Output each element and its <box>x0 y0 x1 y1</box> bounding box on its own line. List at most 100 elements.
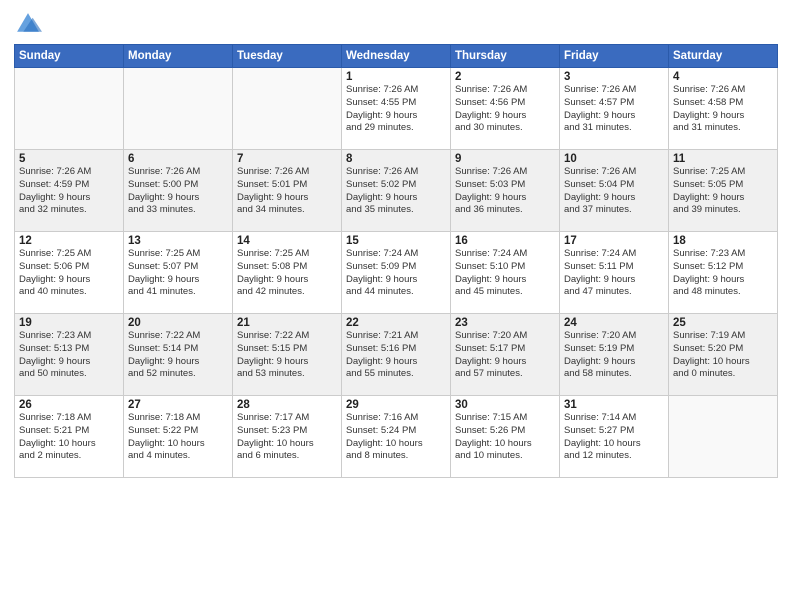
calendar-cell: 18Sunrise: 7:23 AM Sunset: 5:12 PM Dayli… <box>669 232 778 314</box>
day-number: 10 <box>564 153 664 165</box>
weekday-header-row: SundayMondayTuesdayWednesdayThursdayFrid… <box>15 45 778 68</box>
day-info: Sunrise: 7:18 AM Sunset: 5:22 PM Dayligh… <box>128 412 228 463</box>
calendar-cell: 6Sunrise: 7:26 AM Sunset: 5:00 PM Daylig… <box>124 150 233 232</box>
calendar-cell: 7Sunrise: 7:26 AM Sunset: 5:01 PM Daylig… <box>233 150 342 232</box>
day-info: Sunrise: 7:14 AM Sunset: 5:27 PM Dayligh… <box>564 412 664 463</box>
calendar-cell: 16Sunrise: 7:24 AM Sunset: 5:10 PM Dayli… <box>451 232 560 314</box>
calendar-cell: 27Sunrise: 7:18 AM Sunset: 5:22 PM Dayli… <box>124 396 233 478</box>
day-info: Sunrise: 7:24 AM Sunset: 5:10 PM Dayligh… <box>455 248 555 299</box>
day-number: 25 <box>673 317 773 329</box>
day-info: Sunrise: 7:20 AM Sunset: 5:17 PM Dayligh… <box>455 330 555 381</box>
weekday-header-monday: Monday <box>124 45 233 68</box>
day-number: 2 <box>455 71 555 83</box>
day-info: Sunrise: 7:20 AM Sunset: 5:19 PM Dayligh… <box>564 330 664 381</box>
page: SundayMondayTuesdayWednesdayThursdayFrid… <box>0 0 792 612</box>
calendar-cell: 29Sunrise: 7:16 AM Sunset: 5:24 PM Dayli… <box>342 396 451 478</box>
calendar-cell: 23Sunrise: 7:20 AM Sunset: 5:17 PM Dayli… <box>451 314 560 396</box>
calendar-cell: 17Sunrise: 7:24 AM Sunset: 5:11 PM Dayli… <box>560 232 669 314</box>
calendar-cell: 4Sunrise: 7:26 AM Sunset: 4:58 PM Daylig… <box>669 68 778 150</box>
calendar-cell: 8Sunrise: 7:26 AM Sunset: 5:02 PM Daylig… <box>342 150 451 232</box>
day-number: 6 <box>128 153 228 165</box>
day-info: Sunrise: 7:25 AM Sunset: 5:05 PM Dayligh… <box>673 166 773 217</box>
calendar: SundayMondayTuesdayWednesdayThursdayFrid… <box>14 44 778 478</box>
day-info: Sunrise: 7:17 AM Sunset: 5:23 PM Dayligh… <box>237 412 337 463</box>
day-info: Sunrise: 7:26 AM Sunset: 5:03 PM Dayligh… <box>455 166 555 217</box>
day-number: 28 <box>237 399 337 411</box>
calendar-cell <box>124 68 233 150</box>
day-info: Sunrise: 7:26 AM Sunset: 5:00 PM Dayligh… <box>128 166 228 217</box>
day-number: 13 <box>128 235 228 247</box>
week-row-1: 1Sunrise: 7:26 AM Sunset: 4:55 PM Daylig… <box>15 68 778 150</box>
day-number: 26 <box>19 399 119 411</box>
calendar-cell: 13Sunrise: 7:25 AM Sunset: 5:07 PM Dayli… <box>124 232 233 314</box>
calendar-cell: 25Sunrise: 7:19 AM Sunset: 5:20 PM Dayli… <box>669 314 778 396</box>
day-info: Sunrise: 7:21 AM Sunset: 5:16 PM Dayligh… <box>346 330 446 381</box>
logo <box>14 10 46 38</box>
day-number: 1 <box>346 71 446 83</box>
day-info: Sunrise: 7:26 AM Sunset: 4:56 PM Dayligh… <box>455 84 555 135</box>
day-info: Sunrise: 7:16 AM Sunset: 5:24 PM Dayligh… <box>346 412 446 463</box>
day-info: Sunrise: 7:24 AM Sunset: 5:09 PM Dayligh… <box>346 248 446 299</box>
day-number: 4 <box>673 71 773 83</box>
calendar-cell: 12Sunrise: 7:25 AM Sunset: 5:06 PM Dayli… <box>15 232 124 314</box>
calendar-cell: 5Sunrise: 7:26 AM Sunset: 4:59 PM Daylig… <box>15 150 124 232</box>
day-info: Sunrise: 7:25 AM Sunset: 5:08 PM Dayligh… <box>237 248 337 299</box>
weekday-header-friday: Friday <box>560 45 669 68</box>
day-number: 11 <box>673 153 773 165</box>
day-info: Sunrise: 7:19 AM Sunset: 5:20 PM Dayligh… <box>673 330 773 381</box>
calendar-cell <box>669 396 778 478</box>
calendar-cell: 28Sunrise: 7:17 AM Sunset: 5:23 PM Dayli… <box>233 396 342 478</box>
calendar-cell: 22Sunrise: 7:21 AM Sunset: 5:16 PM Dayli… <box>342 314 451 396</box>
day-number: 17 <box>564 235 664 247</box>
day-info: Sunrise: 7:26 AM Sunset: 4:58 PM Dayligh… <box>673 84 773 135</box>
calendar-cell: 10Sunrise: 7:26 AM Sunset: 5:04 PM Dayli… <box>560 150 669 232</box>
weekday-header-wednesday: Wednesday <box>342 45 451 68</box>
day-number: 7 <box>237 153 337 165</box>
calendar-cell: 21Sunrise: 7:22 AM Sunset: 5:15 PM Dayli… <box>233 314 342 396</box>
calendar-cell: 1Sunrise: 7:26 AM Sunset: 4:55 PM Daylig… <box>342 68 451 150</box>
day-info: Sunrise: 7:26 AM Sunset: 5:02 PM Dayligh… <box>346 166 446 217</box>
calendar-cell: 9Sunrise: 7:26 AM Sunset: 5:03 PM Daylig… <box>451 150 560 232</box>
header <box>14 10 778 38</box>
day-number: 12 <box>19 235 119 247</box>
calendar-cell: 24Sunrise: 7:20 AM Sunset: 5:19 PM Dayli… <box>560 314 669 396</box>
day-info: Sunrise: 7:22 AM Sunset: 5:14 PM Dayligh… <box>128 330 228 381</box>
day-number: 24 <box>564 317 664 329</box>
week-row-2: 5Sunrise: 7:26 AM Sunset: 4:59 PM Daylig… <box>15 150 778 232</box>
day-number: 30 <box>455 399 555 411</box>
calendar-cell: 26Sunrise: 7:18 AM Sunset: 5:21 PM Dayli… <box>15 396 124 478</box>
day-info: Sunrise: 7:26 AM Sunset: 4:55 PM Dayligh… <box>346 84 446 135</box>
calendar-cell: 30Sunrise: 7:15 AM Sunset: 5:26 PM Dayli… <box>451 396 560 478</box>
day-info: Sunrise: 7:26 AM Sunset: 5:04 PM Dayligh… <box>564 166 664 217</box>
day-number: 20 <box>128 317 228 329</box>
weekday-header-tuesday: Tuesday <box>233 45 342 68</box>
calendar-cell: 2Sunrise: 7:26 AM Sunset: 4:56 PM Daylig… <box>451 68 560 150</box>
day-number: 27 <box>128 399 228 411</box>
weekday-header-sunday: Sunday <box>15 45 124 68</box>
day-number: 31 <box>564 399 664 411</box>
day-info: Sunrise: 7:26 AM Sunset: 4:57 PM Dayligh… <box>564 84 664 135</box>
day-number: 19 <box>19 317 119 329</box>
day-info: Sunrise: 7:24 AM Sunset: 5:11 PM Dayligh… <box>564 248 664 299</box>
calendar-cell: 19Sunrise: 7:23 AM Sunset: 5:13 PM Dayli… <box>15 314 124 396</box>
day-info: Sunrise: 7:23 AM Sunset: 5:12 PM Dayligh… <box>673 248 773 299</box>
day-number: 15 <box>346 235 446 247</box>
calendar-cell: 20Sunrise: 7:22 AM Sunset: 5:14 PM Dayli… <box>124 314 233 396</box>
day-number: 21 <box>237 317 337 329</box>
weekday-header-saturday: Saturday <box>669 45 778 68</box>
calendar-cell: 3Sunrise: 7:26 AM Sunset: 4:57 PM Daylig… <box>560 68 669 150</box>
day-number: 18 <box>673 235 773 247</box>
week-row-5: 26Sunrise: 7:18 AM Sunset: 5:21 PM Dayli… <box>15 396 778 478</box>
day-info: Sunrise: 7:23 AM Sunset: 5:13 PM Dayligh… <box>19 330 119 381</box>
day-info: Sunrise: 7:18 AM Sunset: 5:21 PM Dayligh… <box>19 412 119 463</box>
day-info: Sunrise: 7:25 AM Sunset: 5:06 PM Dayligh… <box>19 248 119 299</box>
week-row-4: 19Sunrise: 7:23 AM Sunset: 5:13 PM Dayli… <box>15 314 778 396</box>
calendar-cell <box>233 68 342 150</box>
calendar-cell <box>15 68 124 150</box>
day-number: 5 <box>19 153 119 165</box>
day-number: 29 <box>346 399 446 411</box>
day-number: 9 <box>455 153 555 165</box>
calendar-cell: 31Sunrise: 7:14 AM Sunset: 5:27 PM Dayli… <box>560 396 669 478</box>
week-row-3: 12Sunrise: 7:25 AM Sunset: 5:06 PM Dayli… <box>15 232 778 314</box>
day-number: 23 <box>455 317 555 329</box>
